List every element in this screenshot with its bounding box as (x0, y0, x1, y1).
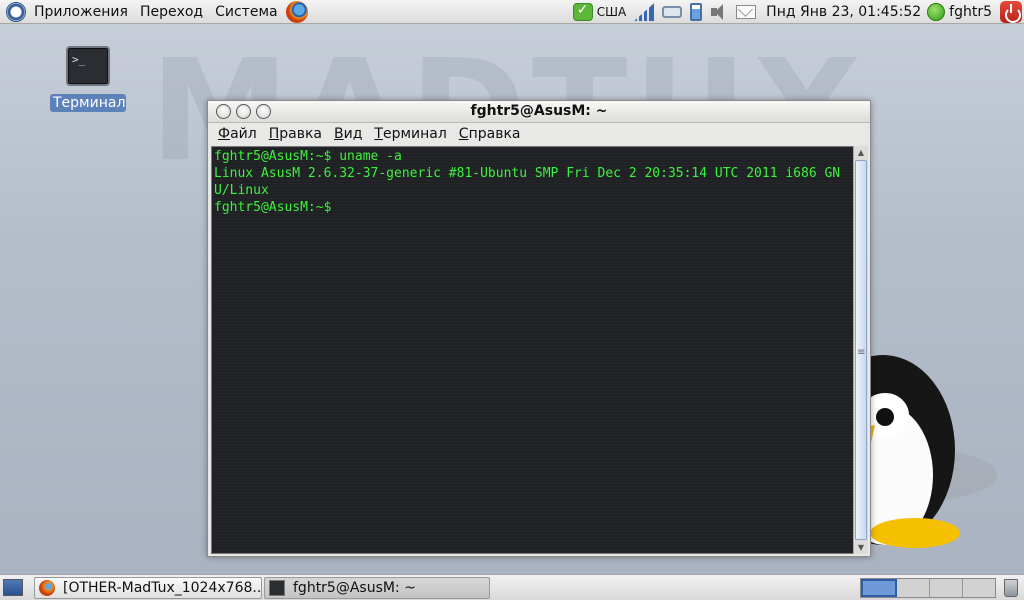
system-tray: США Пнд Янв 23, 01:45:52 fghtr5 (569, 0, 1024, 24)
clock[interactable]: Пнд Янв 23, 01:45:52 (766, 4, 921, 20)
terminal-line: fghtr5@AsusM:~$ uname -a (214, 149, 402, 164)
terminal-window[interactable]: fghtr5@AsusM: ~ Файл Правка Вид Терминал… (207, 100, 871, 557)
window-menubar: Файл Правка Вид Терминал Справка (208, 123, 870, 145)
bottom-panel: [OTHER-MadTux_1024x768.... fghtr5@AsusM:… (0, 574, 1024, 600)
menu-help[interactable]: Справка (453, 126, 527, 142)
volume-icon[interactable] (710, 3, 728, 21)
menu-system[interactable]: Система (209, 0, 283, 24)
menu-terminal[interactable]: Терминал (368, 126, 452, 142)
taskbar-item-label: fghtr5@AsusM: ~ (293, 580, 416, 596)
firefox-icon (39, 580, 55, 596)
scroll-up-icon[interactable]: ▲ (854, 146, 868, 159)
workspace-switcher[interactable] (860, 578, 996, 598)
menu-view[interactable]: Вид (328, 126, 368, 142)
taskbar-item-label: [OTHER-MadTux_1024x768.... (63, 580, 262, 596)
window-titlebar[interactable]: fghtr5@AsusM: ~ (208, 101, 870, 123)
trash-icon[interactable] (1004, 579, 1018, 597)
vpn-check-icon[interactable] (572, 2, 593, 21)
menu-places[interactable]: Переход (134, 0, 209, 24)
firefox-launcher-icon[interactable] (285, 0, 308, 23)
network-icon[interactable] (662, 6, 683, 18)
taskbar-item-terminal[interactable]: fghtr5@AsusM: ~ (264, 577, 490, 599)
terminal-icon (269, 580, 285, 596)
window-title: fghtr5@AsusM: ~ (470, 103, 608, 119)
desktop-icon-label: Терминал (50, 94, 126, 112)
terminal-icon: >_ (66, 46, 110, 86)
workspace-3[interactable] (930, 579, 963, 597)
main-menu: Приложения Переход Система (0, 0, 308, 24)
terminal-output[interactable]: fghtr5@AsusM:~$ uname -a Linux AsusM 2.6… (211, 146, 855, 554)
user-name[interactable]: fghtr5 (949, 4, 992, 20)
signal-icon[interactable] (634, 3, 655, 21)
terminal-line: U/Linux (214, 183, 269, 198)
menu-file[interactable]: Файл (212, 126, 263, 142)
mail-icon[interactable] (736, 5, 757, 19)
show-desktop-icon[interactable] (3, 579, 23, 596)
terminal-scrollbar[interactable]: ▲ ▼ (853, 146, 868, 554)
battery-icon[interactable] (690, 3, 703, 21)
ubuntu-logo-icon[interactable] (6, 1, 26, 22)
menu-edit[interactable]: Правка (263, 126, 328, 142)
workspace-1[interactable] (861, 579, 897, 597)
terminal-prompt-line: fghtr5@AsusM:~$ (214, 200, 332, 215)
keyboard-layout-indicator[interactable]: США (597, 5, 626, 19)
terminal-line: Linux AsusM 2.6.32-37-generic #81-Ubuntu… (214, 166, 841, 181)
menu-applications[interactable]: Приложения (28, 0, 134, 24)
workspace-2[interactable] (897, 579, 930, 597)
user-status-icon[interactable] (927, 3, 946, 21)
desktop-terminal-shortcut[interactable]: >_ Терминал (50, 46, 126, 112)
scroll-thumb[interactable] (855, 160, 867, 540)
taskbar-item-image-viewer[interactable]: [OTHER-MadTux_1024x768.... (34, 577, 262, 599)
power-icon[interactable] (1000, 1, 1022, 23)
workspace-4[interactable] (963, 579, 995, 597)
top-panel: Приложения Переход Система США Пнд Янв 2… (0, 0, 1024, 24)
scroll-down-icon[interactable]: ▼ (854, 541, 868, 554)
